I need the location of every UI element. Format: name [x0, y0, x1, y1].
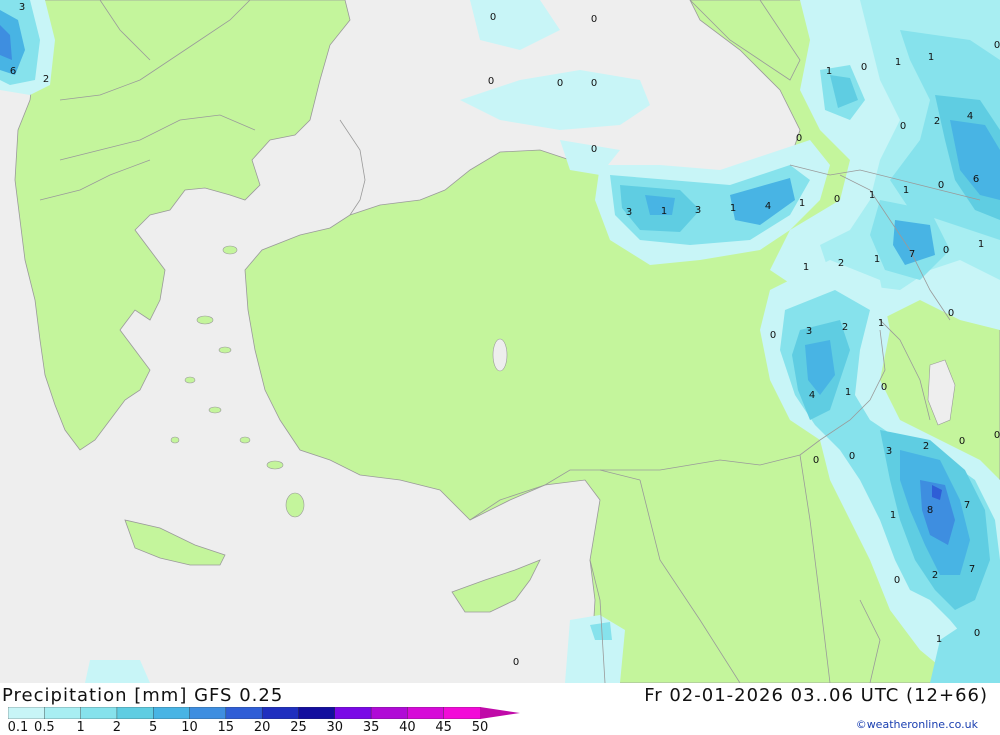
value-label: 3	[18, 2, 26, 13]
value-label: 1	[873, 254, 881, 265]
precipitation-map	[0, 0, 1000, 683]
footer-bar: Precipitation [mm] GFS 0.25 Fr 02-01-202…	[0, 683, 1000, 735]
value-label: 3	[885, 446, 893, 457]
valid-time: Fr 02-01-2026 03..06 UTC (12+66)	[644, 685, 988, 706]
value-label: 0	[973, 628, 981, 639]
value-label: 2	[841, 322, 849, 333]
value-label: 1	[729, 203, 737, 214]
legend-swatch	[80, 707, 118, 719]
value-label: 0	[556, 78, 564, 89]
value-label: 7	[963, 500, 971, 511]
value-label: 4	[966, 111, 974, 122]
value-label: 0	[937, 180, 945, 191]
map-title: Precipitation [mm] GFS 0.25	[2, 685, 284, 706]
value-label: 3	[805, 326, 813, 337]
color-legend	[8, 707, 520, 719]
value-label: 8	[926, 505, 934, 516]
value-label: 1	[902, 185, 910, 196]
value-label: 1	[889, 510, 897, 521]
legend-swatch	[370, 707, 409, 719]
value-label: 0	[993, 40, 1000, 51]
value-label: 1	[798, 198, 806, 209]
value-label: 2	[922, 441, 930, 452]
value-label: 0	[769, 330, 777, 341]
value-label: 0	[590, 144, 598, 155]
value-label: 7	[968, 564, 976, 575]
value-label: 4	[764, 201, 772, 212]
value-label: 0	[899, 121, 907, 132]
value-label: 4	[808, 390, 816, 401]
value-label: 7	[908, 249, 916, 260]
legend-swatch	[443, 707, 481, 719]
value-label: 0	[958, 436, 966, 447]
value-label: 1	[894, 57, 902, 68]
value-label: 3	[625, 207, 633, 218]
lake-tuz	[492, 338, 508, 372]
value-label: 0	[487, 76, 495, 87]
value-label: 0	[860, 62, 868, 73]
value-label: 0	[590, 78, 598, 89]
value-label: 2	[931, 570, 939, 581]
value-label: 0	[489, 12, 497, 23]
credit-link[interactable]: ©weatheronline.co.uk	[856, 718, 978, 731]
legend-swatch	[153, 707, 191, 719]
legend-swatch	[189, 707, 227, 719]
value-label: 6	[972, 174, 980, 185]
value-label: 1	[825, 66, 833, 77]
value-label: 2	[933, 116, 941, 127]
legend-swatch	[261, 707, 300, 719]
value-label: 1	[977, 239, 985, 250]
legend-swatch	[8, 707, 46, 719]
legend-swatch	[334, 707, 372, 719]
legend-swatch	[116, 707, 154, 719]
value-label: 0	[942, 245, 950, 256]
legend-swatch	[407, 707, 445, 719]
value-label: 0	[512, 657, 520, 668]
value-label: 0	[893, 575, 901, 586]
value-label: 0	[880, 382, 888, 393]
value-label: 0	[812, 455, 820, 466]
value-label: 1	[844, 387, 852, 398]
value-label: 1	[935, 634, 943, 645]
value-label: 0	[848, 451, 856, 462]
value-label: 6	[9, 66, 17, 77]
value-label: 0	[833, 194, 841, 205]
value-label: 2	[42, 74, 50, 85]
value-label: 1	[868, 190, 876, 201]
value-label: 1	[802, 262, 810, 273]
legend-swatch	[44, 707, 82, 719]
value-label: 0	[795, 133, 803, 144]
legend-swatch	[298, 707, 336, 719]
value-label: 1	[927, 52, 935, 63]
value-label: 3	[694, 205, 702, 216]
legend-swatch	[225, 707, 263, 719]
value-label: 0	[993, 430, 1000, 441]
value-label: 0	[947, 308, 955, 319]
legend-arrow	[480, 707, 520, 719]
value-label: 2	[837, 258, 845, 269]
value-label: 0	[590, 14, 598, 25]
value-label: 1	[877, 318, 885, 329]
value-label: 1	[660, 206, 668, 217]
